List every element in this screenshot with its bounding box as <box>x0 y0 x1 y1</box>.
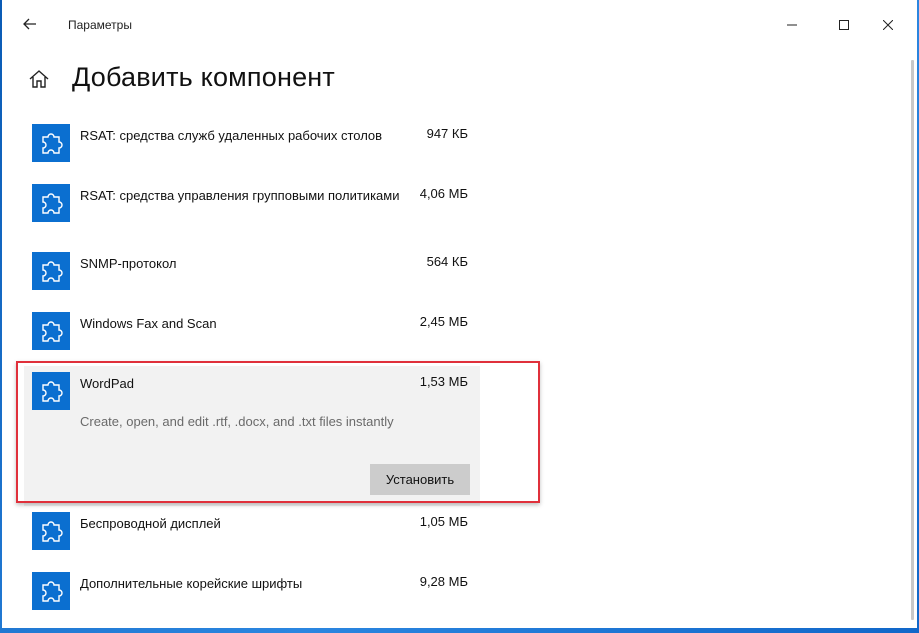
minimize-icon <box>787 24 797 26</box>
back-button[interactable] <box>16 10 44 38</box>
desktop-background: Параметры Добавить компонент RSAT: средс… <box>0 0 919 633</box>
feature-item-wordpad[interactable]: WordPad 1,53 МБ Create, open, and edit .… <box>24 366 480 506</box>
feature-tile <box>32 312 70 350</box>
puzzle-piece-icon <box>42 381 63 402</box>
feature-item-rsat-group-policy[interactable]: RSAT: средства управления групповыми пол… <box>24 178 480 246</box>
feature-description: Create, open, and edit .rtf, .docx, and … <box>80 414 394 429</box>
puzzle-piece-icon <box>42 321 63 342</box>
minimize-button[interactable] <box>772 8 812 42</box>
feature-name: Windows Fax and Scan <box>80 316 217 331</box>
settings-window: Параметры Добавить компонент RSAT: средс… <box>2 0 917 628</box>
home-icon <box>29 70 49 88</box>
maximize-icon <box>839 20 849 30</box>
feature-size: 564 КБ <box>426 254 468 269</box>
close-button[interactable] <box>868 8 908 42</box>
feature-size: 2,45 МБ <box>419 314 468 329</box>
feature-item-rsat-remote-desktop[interactable]: RSAT: средства служб удаленных рабочих с… <box>24 118 480 178</box>
scrollbar-thumb[interactable] <box>911 60 914 620</box>
feature-tile <box>32 124 70 162</box>
vertical-scrollbar[interactable] <box>911 60 915 620</box>
feature-size: 4,06 МБ <box>419 186 468 201</box>
page-title: Добавить компонент <box>72 62 335 92</box>
puzzle-piece-icon <box>42 521 63 542</box>
maximize-button[interactable] <box>824 8 864 42</box>
feature-name: SNMP-протокол <box>80 256 177 271</box>
feature-tile <box>32 252 70 290</box>
feature-name: WordPad <box>80 376 134 391</box>
feature-name: Дополнительные корейские шрифты <box>80 576 303 591</box>
feature-size: 1,05 МБ <box>419 514 468 529</box>
feature-item-snmp[interactable]: SNMP-протокол 564 КБ <box>24 246 480 306</box>
feature-size: 1,53 МБ <box>419 374 468 389</box>
back-arrow-icon <box>23 18 36 30</box>
install-button[interactable]: Установить <box>370 464 470 495</box>
home-button[interactable] <box>28 68 52 92</box>
feature-name: Беспроводной дисплей <box>80 516 221 531</box>
feature-tile <box>32 572 70 610</box>
feature-size: 9,28 МБ <box>419 574 468 589</box>
puzzle-piece-icon <box>42 581 63 602</box>
optional-features-list: RSAT: средства служб удаленных рабочих с… <box>24 118 480 626</box>
close-icon <box>883 20 893 30</box>
feature-item-fax-scan[interactable]: Windows Fax and Scan 2,45 МБ <box>24 306 480 364</box>
window-title: Параметры <box>68 18 132 32</box>
feature-tile <box>32 512 70 550</box>
puzzle-piece-icon <box>42 193 63 214</box>
title-bar: Параметры <box>2 0 917 50</box>
puzzle-piece-icon <box>42 133 63 154</box>
feature-name: RSAT: средства управления групповыми пол… <box>80 188 400 203</box>
puzzle-piece-icon <box>42 261 63 282</box>
feature-size: 947 КБ <box>426 126 468 141</box>
feature-tile <box>32 372 70 410</box>
feature-name: RSAT: средства служб удаленных рабочих с… <box>80 128 383 143</box>
feature-item-wireless-display[interactable]: Беспроводной дисплей 1,05 МБ <box>24 506 480 566</box>
feature-tile <box>32 184 70 222</box>
feature-item-korean-fonts[interactable]: Дополнительные корейские шрифты 9,28 МБ <box>24 566 480 626</box>
